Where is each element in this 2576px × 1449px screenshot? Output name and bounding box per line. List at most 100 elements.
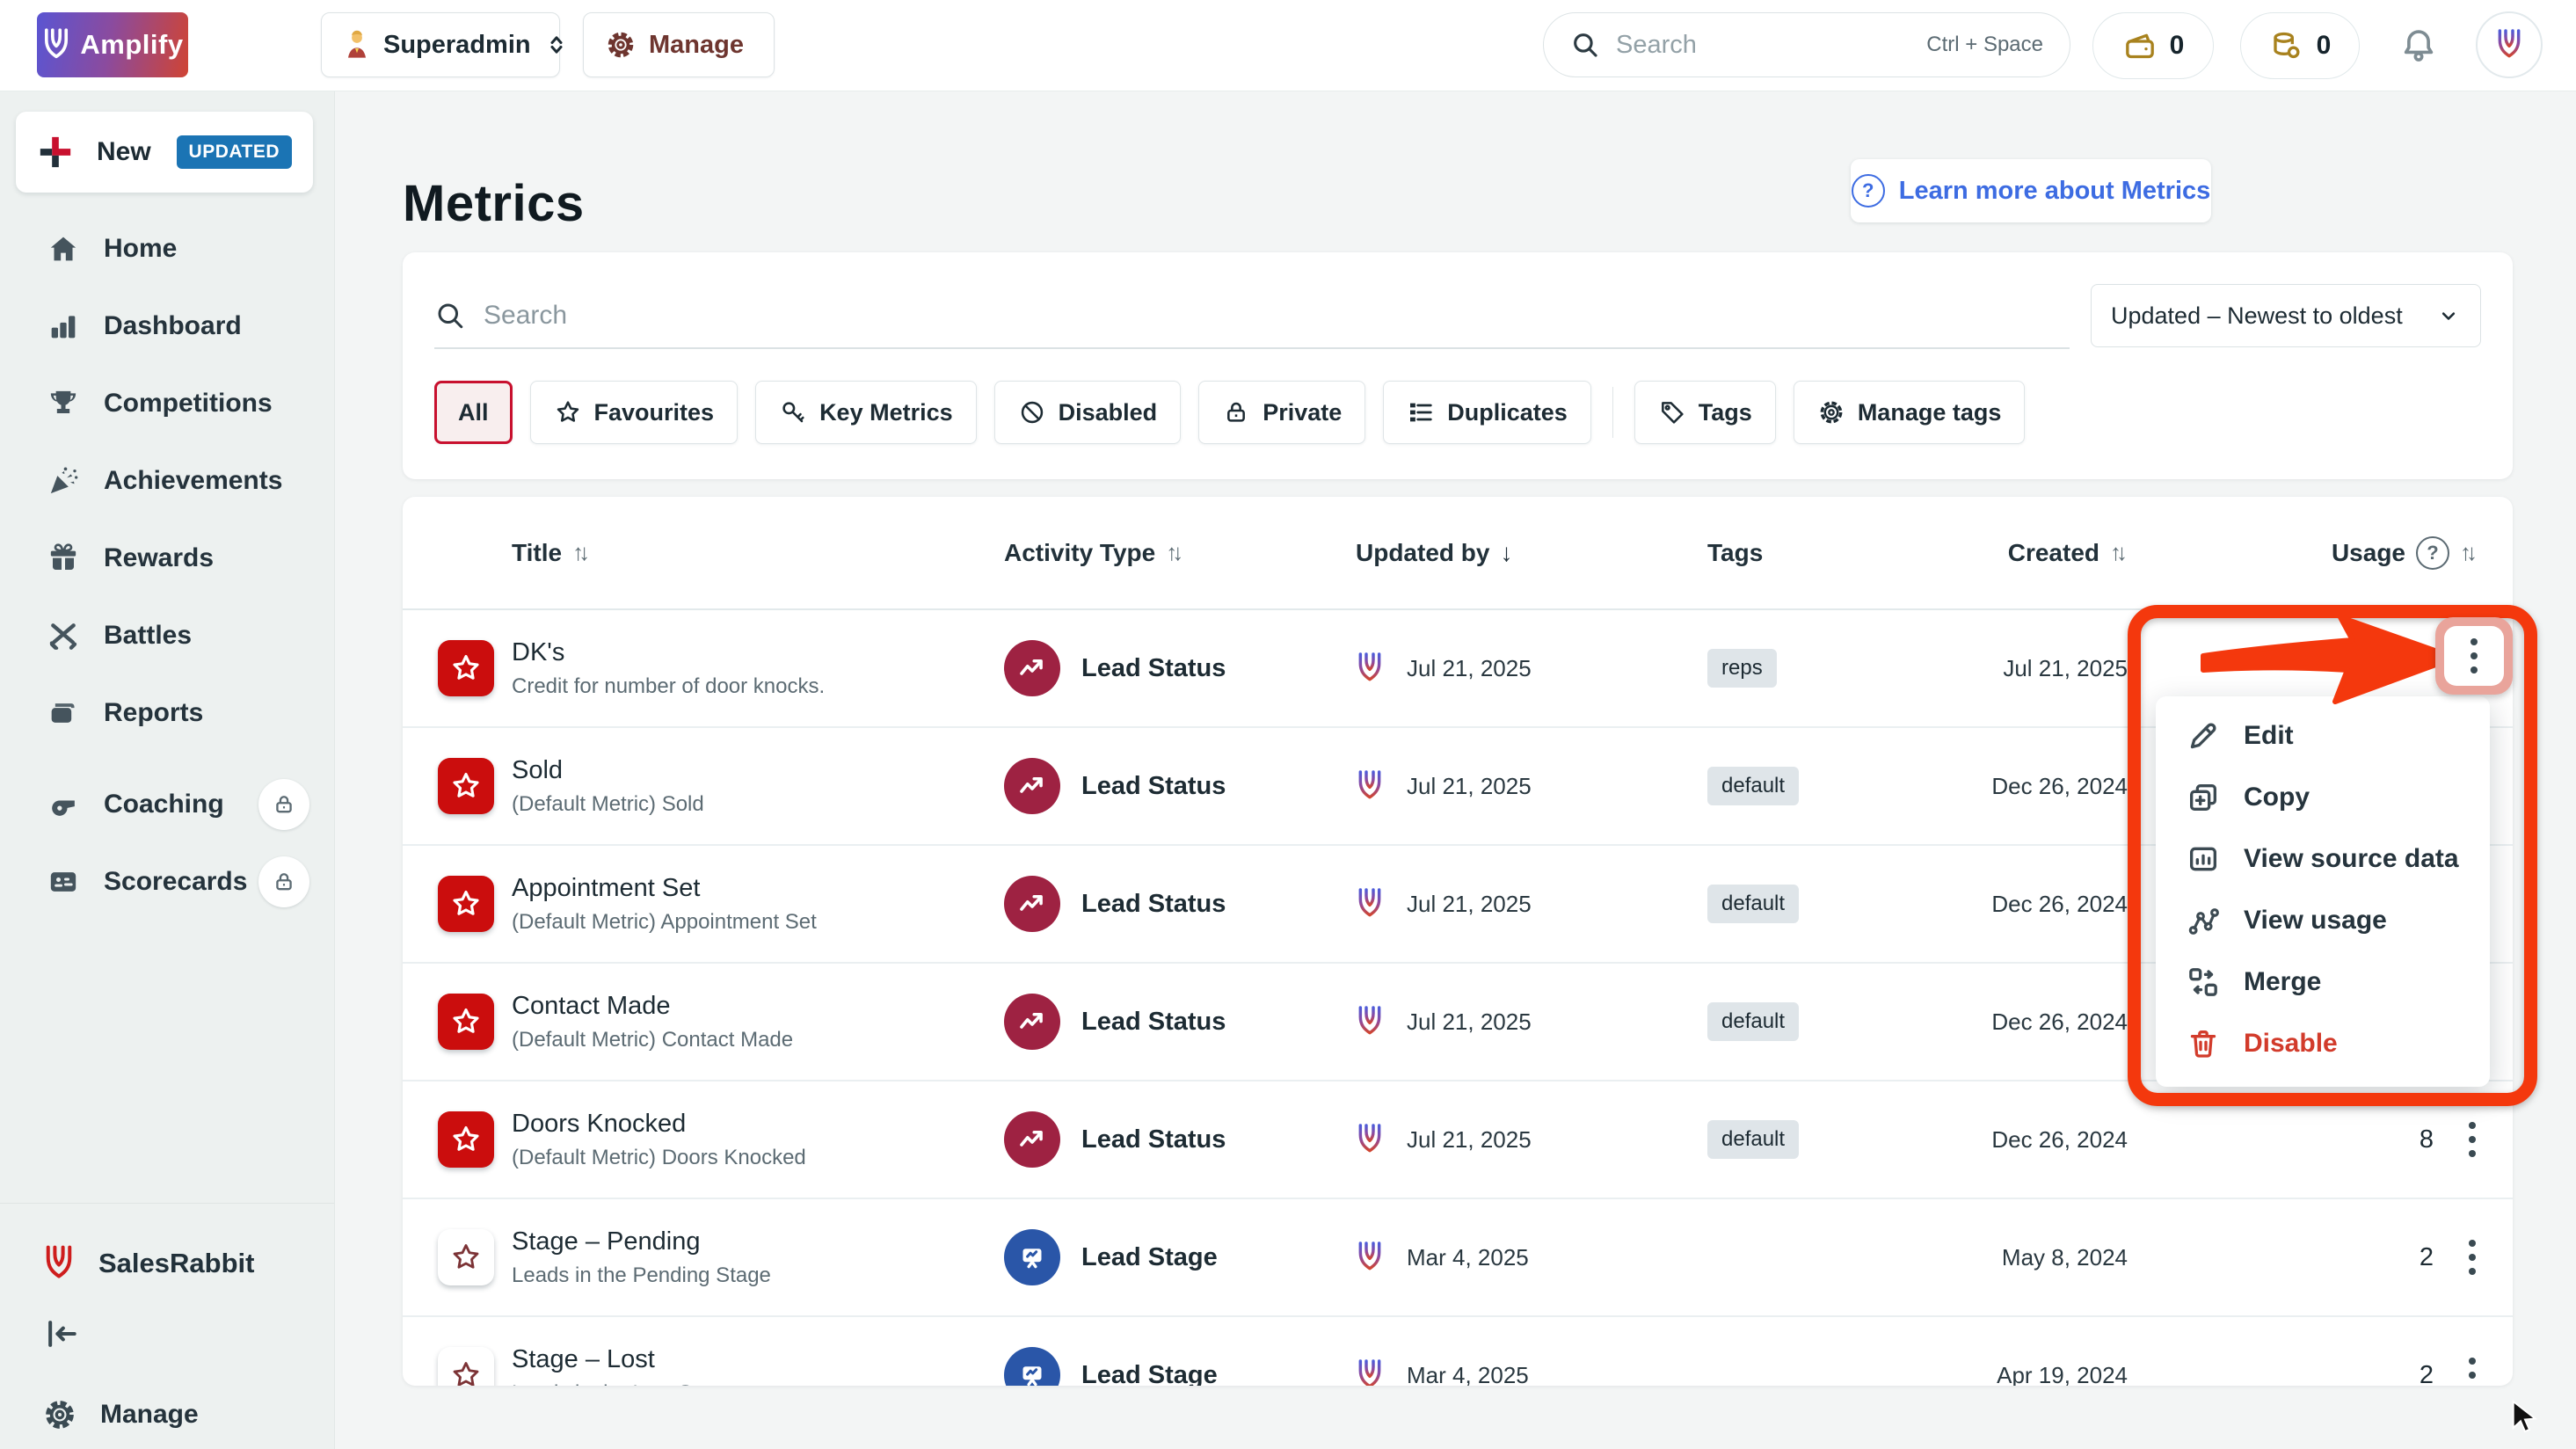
merge-icon: [2186, 965, 2221, 1000]
sidebar-nav: Home Dashboard Competitions Achievements…: [0, 210, 334, 921]
menu-item-view-source-data[interactable]: View source data: [2156, 828, 2490, 890]
amplify-logo[interactable]: Amplify: [37, 12, 188, 77]
column-created[interactable]: Created↑↓: [1989, 539, 2140, 567]
question-circle-icon: ?: [1852, 174, 1885, 208]
metric-title[interactable]: Contact Made: [512, 992, 1004, 1021]
menu-item-copy[interactable]: Copy: [2156, 767, 2490, 828]
sidebar-item-home[interactable]: Home: [0, 210, 334, 288]
gear-icon: [1817, 398, 1845, 426]
coins-count: 0: [2317, 31, 2332, 61]
sidebar-item-scorecards[interactable]: Scorecards: [0, 843, 334, 921]
new-button[interactable]: New UPDATED: [16, 112, 313, 193]
chip-private[interactable]: Private: [1198, 381, 1365, 444]
salesrabbit-logo-icon: [42, 1243, 76, 1284]
chip-key-metrics[interactable]: Key Metrics: [755, 381, 977, 444]
metric-title[interactable]: Sold: [512, 756, 1004, 785]
column-tags: Tags: [1707, 539, 1989, 567]
metric-subtitle: (Default Metric) Appointment Set: [512, 910, 1004, 935]
search-icon: [1570, 30, 1600, 60]
chip-duplicates[interactable]: Duplicates: [1383, 381, 1591, 444]
lead-status-icon: [1004, 876, 1060, 932]
lock-icon: [1222, 398, 1250, 426]
wallet-count: 0: [2170, 31, 2185, 61]
tag-icon: [1658, 398, 1686, 426]
coins-balance-button[interactable]: 0: [2240, 12, 2360, 79]
metric-subtitle: Leads in the Pending Stage: [512, 1263, 1004, 1288]
menu-item-view-usage[interactable]: View usage: [2156, 890, 2490, 951]
metric-title[interactable]: DK's: [512, 638, 1004, 667]
metric-title[interactable]: Stage – Lost: [512, 1345, 1004, 1374]
sort-dropdown[interactable]: Updated – Newest to oldest: [2091, 284, 2481, 347]
sidebar-item-reports[interactable]: Reports: [0, 674, 334, 752]
highlighted-row-menu-button[interactable]: [2435, 617, 2513, 695]
sort-desc-icon[interactable]: ↓: [1500, 539, 1512, 567]
favourite-star-button[interactable]: [438, 1229, 494, 1285]
menu-item-disable[interactable]: Disable: [2156, 1013, 2490, 1074]
column-title[interactable]: Title↑↓: [512, 539, 1004, 567]
wallet-balance-button[interactable]: 0: [2092, 12, 2214, 79]
metrics-search-input[interactable]: Search: [434, 284, 2070, 349]
row-context-menu: Edit Copy View source data View usage Me…: [2156, 696, 2490, 1087]
column-activity-type[interactable]: Activity Type↑↓: [1004, 539, 1356, 567]
sort-icon[interactable]: ↑↓: [2110, 539, 2128, 566]
tag-badge: default: [1707, 885, 1799, 923]
gear-icon: [42, 1397, 77, 1432]
metric-title[interactable]: Doors Knocked: [512, 1110, 1004, 1139]
table-row[interactable]: Stage – Pending Leads in the Pending Stag…: [403, 1199, 2513, 1317]
collapse-sidebar-icon[interactable]: [42, 1314, 81, 1353]
learn-more-button[interactable]: ? Learn more about Metrics: [1851, 159, 2211, 222]
column-usage[interactable]: Usage ? ↑↓: [2140, 536, 2513, 570]
favourite-star-button[interactable]: [438, 1347, 494, 1386]
role-selector[interactable]: Superadmin: [321, 12, 560, 77]
menu-item-merge[interactable]: Merge: [2156, 951, 2490, 1013]
tag-badge: reps: [1707, 649, 1777, 688]
updated-badge: UPDATED: [177, 135, 292, 169]
plus-icon: [37, 134, 74, 171]
sort-icon[interactable]: ↑↓: [1166, 539, 1183, 566]
sort-icon[interactable]: ↑↓: [2460, 539, 2478, 566]
nav-gap: [0, 752, 334, 766]
app-screen: Amplify Superadmin Manage Search Ctrl + …: [0, 0, 2576, 1449]
help-icon[interactable]: ?: [2416, 536, 2449, 570]
user-avatar[interactable]: [2476, 11, 2543, 78]
menu-item-edit[interactable]: Edit: [2156, 705, 2490, 767]
favourite-star-button[interactable]: [438, 640, 494, 696]
topbar-manage-button[interactable]: Manage: [583, 12, 775, 77]
updated-by-rabbit-icon: [1356, 1358, 1384, 1386]
favourite-star-button[interactable]: [438, 994, 494, 1050]
row-menu-button[interactable]: [2444, 1229, 2500, 1285]
sidebar-item-rewards[interactable]: Rewards: [0, 520, 334, 597]
sidebar-item-manage[interactable]: Manage: [0, 1376, 199, 1449]
sidebar-item-competitions[interactable]: Competitions: [0, 365, 334, 442]
global-search-input[interactable]: Search Ctrl + Space: [1543, 12, 2070, 77]
sidebar-item-achievements[interactable]: Achievements: [0, 442, 334, 520]
lead-status-icon: [1004, 758, 1060, 814]
manage-label: Manage: [649, 31, 744, 60]
row-menu-button[interactable]: [2444, 1111, 2500, 1168]
chip-all[interactable]: All: [434, 381, 513, 444]
metric-title[interactable]: Stage – Pending: [512, 1227, 1004, 1256]
sort-icon[interactable]: ↑↓: [572, 539, 590, 566]
favourite-star-button[interactable]: [438, 876, 494, 932]
sidebar-item-coaching[interactable]: Coaching: [0, 766, 334, 843]
chip-disabled[interactable]: Disabled: [994, 381, 1182, 444]
superhero-avatar-icon: [343, 29, 371, 61]
chip-tags[interactable]: Tags: [1634, 381, 1776, 444]
column-updated-by[interactable]: Updated by↓: [1356, 539, 1707, 567]
filter-chips: All Favourites Key Metrics Disabled Priv…: [434, 381, 2025, 444]
search-placeholder: Search: [1616, 31, 1910, 60]
favourite-star-button[interactable]: [438, 1111, 494, 1168]
metric-title[interactable]: Appointment Set: [512, 874, 1004, 903]
table-row[interactable]: Doors Knocked(Default Metric) Doors Knoc…: [403, 1081, 2513, 1199]
chip-favourites[interactable]: Favourites: [530, 381, 739, 444]
favourite-star-button[interactable]: [438, 758, 494, 814]
lock-icon: [258, 856, 309, 907]
coins-icon: [2269, 28, 2304, 63]
table-row[interactable]: Stage – LostLeads in the Lost Stage Lead…: [403, 1317, 2513, 1386]
sidebar-item-battles[interactable]: Battles: [0, 597, 334, 674]
chip-manage-tags[interactable]: Manage tags: [1794, 381, 2026, 444]
sidebar-item-dashboard[interactable]: Dashboard: [0, 288, 334, 365]
notifications-bell-icon[interactable]: [2398, 25, 2439, 65]
salesrabbit-brand[interactable]: SalesRabbit: [0, 1225, 254, 1302]
row-menu-button[interactable]: [2444, 1347, 2500, 1386]
